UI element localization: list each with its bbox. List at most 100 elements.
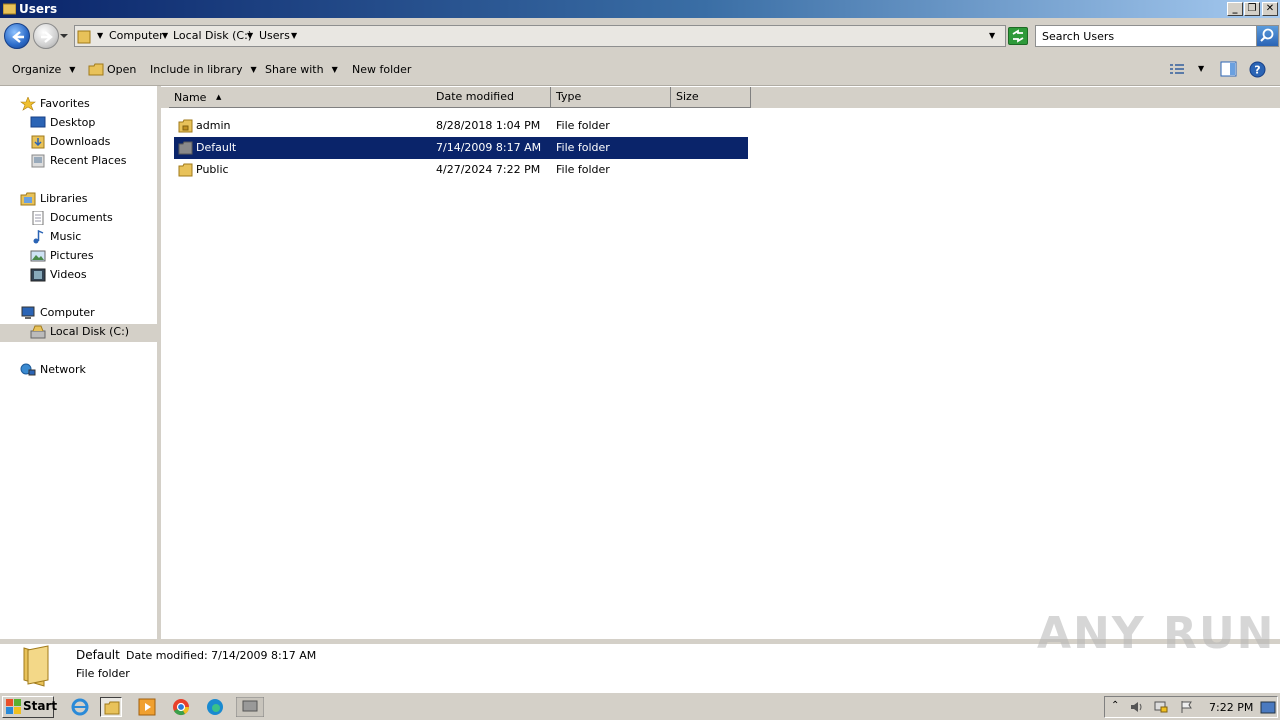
column-header-name[interactable]: Name ▲ xyxy=(169,87,432,108)
show-desktop-icon[interactable] xyxy=(1260,701,1276,714)
column-name-label: Name xyxy=(174,91,207,104)
column-header-type[interactable]: Type xyxy=(551,87,671,108)
star-icon xyxy=(20,97,36,111)
title-bar[interactable]: Users _ ❐ ✕ xyxy=(0,0,1280,18)
nav-music[interactable]: Music xyxy=(0,229,157,247)
view-dropdown[interactable]: ▼ xyxy=(1198,64,1204,73)
include-in-library-button[interactable]: Include in library ▼ xyxy=(150,63,257,77)
restore-button[interactable]: ❐ xyxy=(1244,2,1260,16)
preview-pane-icon[interactable] xyxy=(1220,61,1237,77)
forward-arrow-icon xyxy=(41,31,53,43)
libraries-icon xyxy=(20,192,36,206)
downloads-icon xyxy=(31,135,45,149)
nav-videos-label: Videos xyxy=(50,268,87,281)
folder-icon xyxy=(3,3,16,15)
refresh-button[interactable] xyxy=(1008,27,1028,45)
file-row[interactable]: Public 4/27/2024 7:22 PM File folder xyxy=(174,159,748,181)
file-date: 4/27/2024 7:22 PM xyxy=(436,163,541,176)
address-bar[interactable]: ▼ Computer ▼ Local Disk (C:) ▼ Users ▼ ▼ xyxy=(74,25,1006,47)
chevron-down-icon: ▼ xyxy=(69,65,76,74)
media-player-icon[interactable] xyxy=(136,697,158,717)
command-bar: Organize ▼ Open Include in library ▼ Share… xyxy=(0,54,1280,86)
breadcrumb-separator[interactable]: ▼ xyxy=(291,29,297,43)
nav-libraries-label: Libraries xyxy=(40,192,88,205)
open-folder-icon xyxy=(88,63,104,76)
column-header-size[interactable]: Size xyxy=(671,87,751,108)
breadcrumb-separator[interactable]: ▼ xyxy=(97,29,103,43)
share-with-label: Share with xyxy=(265,63,324,76)
view-options-icon[interactable] xyxy=(1169,62,1185,76)
search-icon xyxy=(1260,28,1274,42)
refresh-icon xyxy=(1012,29,1024,43)
navigation-pane: Favorites Desktop Downloads Recent Place… xyxy=(0,86,157,639)
nav-downloads-label: Downloads xyxy=(50,135,111,148)
start-label: Start xyxy=(23,699,58,713)
file-date: 7/14/2009 8:17 AM xyxy=(436,141,542,154)
network-icon xyxy=(20,363,36,376)
documents-icon xyxy=(32,211,44,225)
new-folder-button[interactable]: New folder xyxy=(352,63,411,77)
nav-desktop-label: Desktop xyxy=(50,116,96,129)
nav-recent-places-label: Recent Places xyxy=(50,154,127,167)
organize-label: Organize xyxy=(12,63,62,76)
breadcrumb-users[interactable]: Users xyxy=(259,29,290,43)
file-row[interactable]: admin 8/28/2018 1:04 PM File folder xyxy=(174,115,748,137)
share-with-button[interactable]: Share with ▼ xyxy=(265,63,338,77)
chrome-icon[interactable] xyxy=(170,697,192,717)
show-hidden-icons-button[interactable]: ⌃ xyxy=(1111,700,1119,711)
window-title: Users xyxy=(19,2,58,16)
details-type: File folder xyxy=(76,667,130,680)
help-icon[interactable]: ? xyxy=(1249,61,1266,78)
file-name: admin xyxy=(196,119,231,132)
nav-pictures[interactable]: Pictures xyxy=(0,248,157,266)
breadcrumb-separator[interactable]: ▼ xyxy=(162,29,168,43)
details-date-modified: Date modified: 7/14/2009 8:17 AM xyxy=(126,649,317,662)
minimize-button[interactable]: _ xyxy=(1227,2,1243,16)
nav-desktop[interactable]: Desktop xyxy=(0,115,157,133)
file-row[interactable]: Default 7/14/2009 8:17 AM File folder xyxy=(174,137,748,159)
nav-local-disk[interactable]: Local Disk (C:) xyxy=(0,324,157,342)
nav-local-disk-label: Local Disk (C:) xyxy=(50,325,130,338)
search-input[interactable]: Search Users xyxy=(1035,25,1279,47)
file-name: Public xyxy=(196,163,229,176)
nav-documents[interactable]: Documents xyxy=(0,210,157,228)
recent-pages-dropdown[interactable] xyxy=(60,32,68,40)
file-type: File folder xyxy=(556,119,610,132)
network-status-icon[interactable] xyxy=(1153,700,1169,714)
address-row: ▼ Computer ▼ Local Disk (C:) ▼ Users ▼ ▼… xyxy=(0,18,1280,54)
search-placeholder: Search Users xyxy=(1042,30,1115,43)
nav-recent-places[interactable]: Recent Places xyxy=(0,153,157,171)
organize-button[interactable]: Organize ▼ xyxy=(12,63,75,77)
edge-icon[interactable] xyxy=(204,697,226,717)
nav-computer[interactable]: Computer xyxy=(0,305,157,323)
address-dropdown[interactable]: ▼ xyxy=(989,29,995,43)
column-header-date-modified[interactable]: Date modified xyxy=(431,87,551,108)
search-button[interactable] xyxy=(1256,26,1278,46)
breadcrumb-separator[interactable]: ▼ xyxy=(247,29,253,43)
internet-explorer-icon[interactable] xyxy=(69,697,91,717)
nav-downloads[interactable]: Downloads xyxy=(0,134,157,152)
svg-text:?: ? xyxy=(1254,64,1260,77)
forward-button[interactable] xyxy=(33,23,59,49)
printer-icon[interactable] xyxy=(236,697,264,717)
clock[interactable]: 7:22 PM xyxy=(1209,701,1253,714)
videos-icon xyxy=(30,268,46,282)
nav-favorites[interactable]: Favorites xyxy=(0,96,157,114)
action-center-flag-icon[interactable] xyxy=(1179,700,1195,714)
system-tray: ⌃ 7:22 PM xyxy=(1104,696,1278,718)
volume-icon[interactable] xyxy=(1129,700,1145,714)
desktop-icon xyxy=(30,116,46,128)
folder-icon xyxy=(178,163,193,177)
breadcrumb-computer[interactable]: Computer xyxy=(109,29,164,43)
open-button[interactable]: Open xyxy=(88,63,136,77)
nav-network[interactable]: Network xyxy=(0,362,157,380)
taskbar: Start ⌃ 7:22 PM xyxy=(0,692,1280,720)
locked-folder-icon xyxy=(178,119,193,133)
nav-videos[interactable]: Videos xyxy=(0,267,157,285)
nav-libraries[interactable]: Libraries xyxy=(0,191,157,209)
breadcrumb-local-disk[interactable]: Local Disk (C:) xyxy=(173,29,252,43)
explorer-taskbar-button[interactable] xyxy=(100,697,122,717)
back-button[interactable] xyxy=(4,23,30,49)
start-button[interactable]: Start xyxy=(2,696,58,718)
close-button[interactable]: ✕ xyxy=(1262,2,1278,16)
